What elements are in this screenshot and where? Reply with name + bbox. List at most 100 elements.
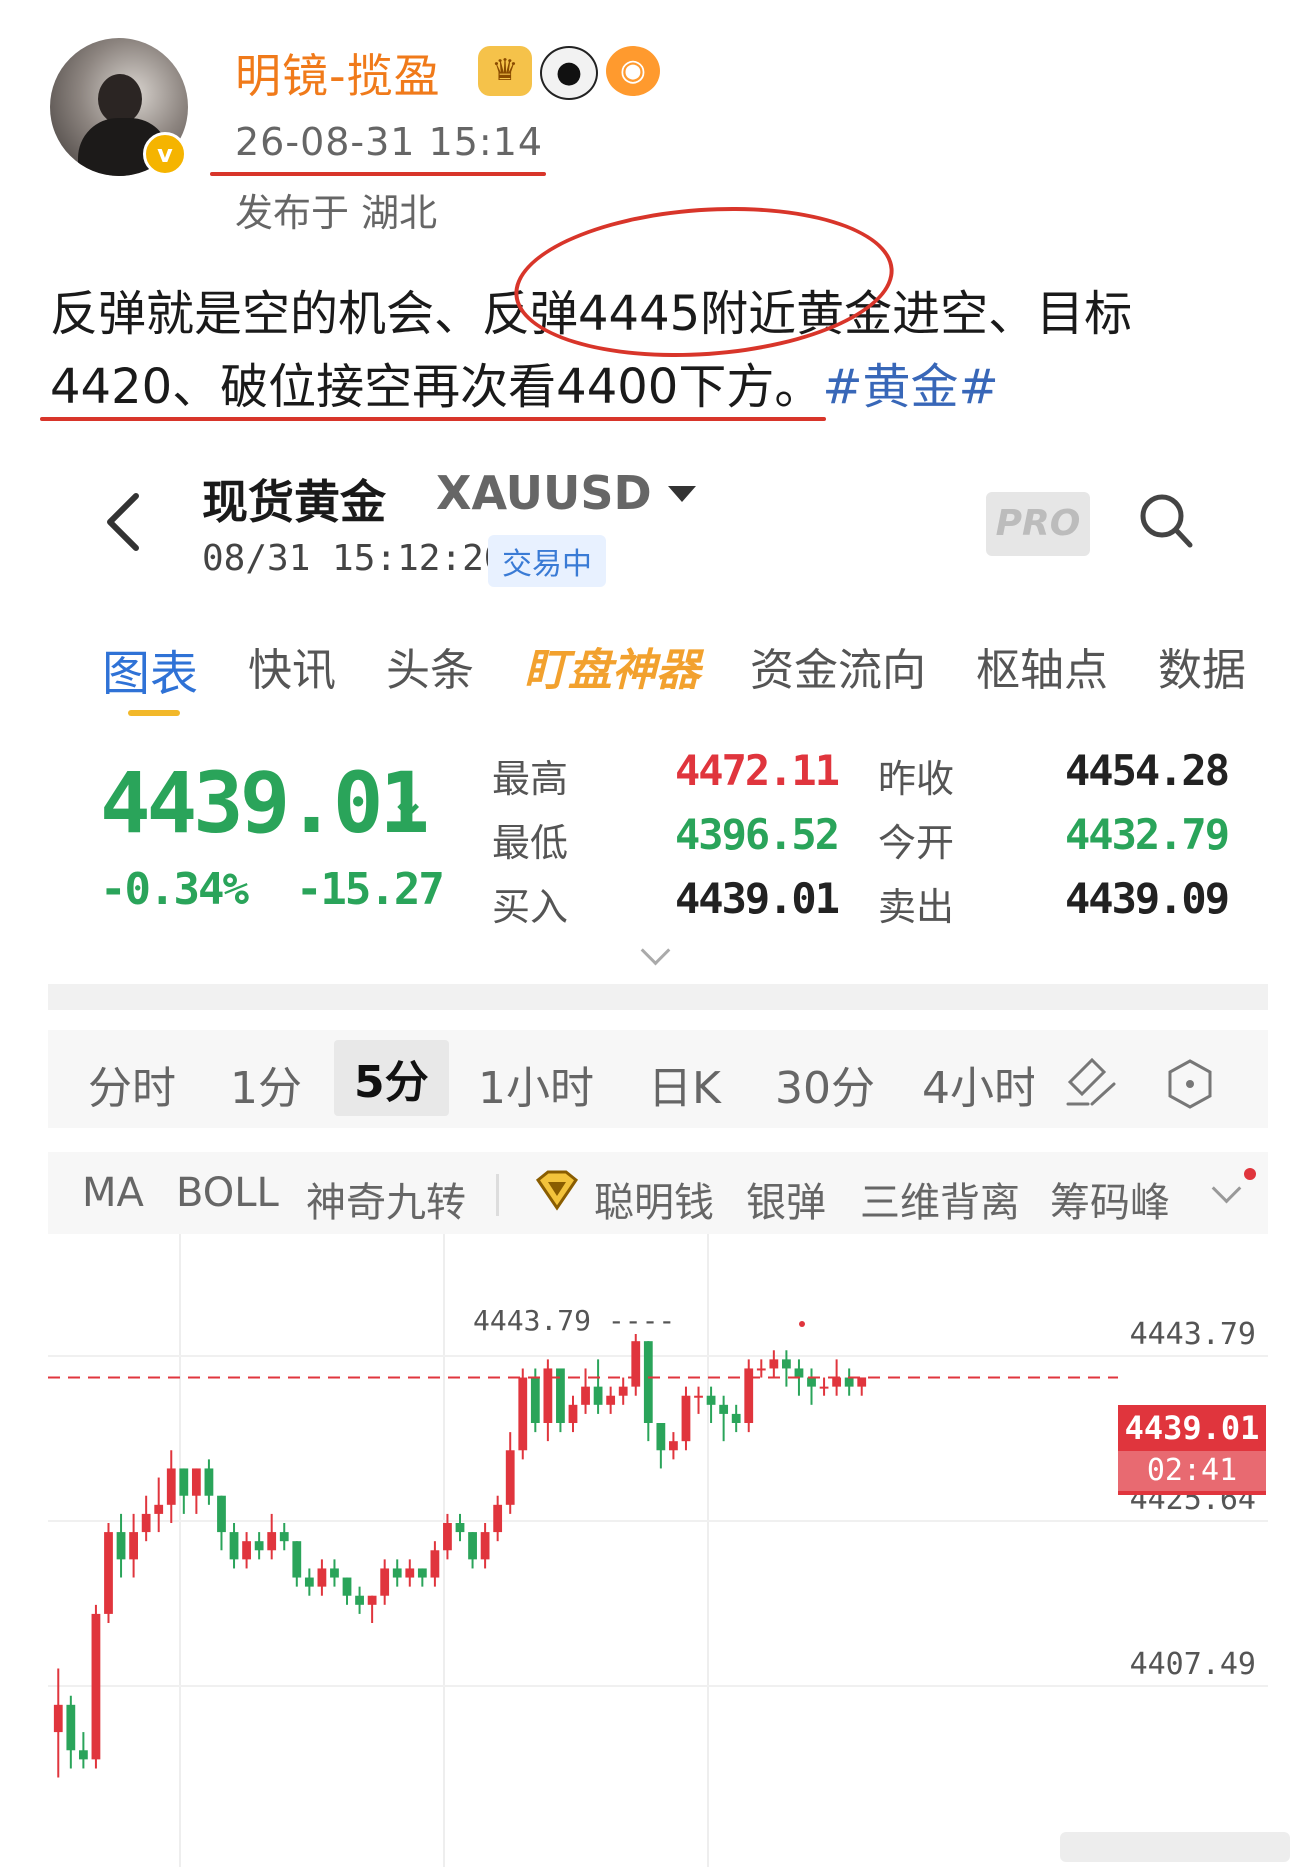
tab-fund-flow[interactable]: 资金流向 — [750, 634, 926, 694]
tab-headlines[interactable]: 头条 — [386, 634, 474, 694]
candle-body — [254, 1541, 264, 1551]
post-location: 发布于 湖北 — [235, 191, 438, 235]
period-1hour[interactable]: 1小时 — [478, 1052, 594, 1116]
tab-flash-news[interactable]: 快讯 — [248, 634, 336, 694]
caret-down-icon[interactable] — [668, 486, 696, 502]
expand-chevron-icon[interactable] — [640, 935, 671, 966]
period-daily[interactable]: 日K — [648, 1052, 721, 1116]
candle-body — [505, 1450, 515, 1505]
candle-countdown: 02:41 — [1118, 1451, 1266, 1491]
pro-button[interactable]: PRO — [986, 492, 1090, 556]
current-price-label: 4439.01 — [1124, 1409, 1260, 1447]
crown-icon: ♛ — [478, 46, 532, 96]
marker-dot — [799, 1321, 805, 1327]
draw-tool-icon[interactable] — [1062, 1052, 1120, 1110]
candle-body — [279, 1532, 289, 1542]
indicator-3d-divergence[interactable]: 三维背离 — [860, 1170, 1020, 1228]
period-1min[interactable]: 1分 — [230, 1052, 302, 1116]
user-badges: ♛ ● ◉ — [478, 46, 660, 100]
candle-body — [66, 1704, 76, 1751]
candle-body — [794, 1368, 804, 1378]
candle-body — [719, 1404, 729, 1414]
period-30min[interactable]: 30分 — [775, 1052, 875, 1116]
hexagon-settings-icon[interactable] — [1164, 1058, 1216, 1110]
candle-body — [568, 1404, 578, 1423]
diamond-icon — [535, 1170, 579, 1211]
red-underline-time — [210, 172, 546, 176]
candle-body — [694, 1395, 703, 1398]
instrument-title: 现货黄金 — [202, 475, 386, 529]
candle-body — [191, 1468, 201, 1496]
verified-badge-icon: v — [143, 132, 187, 176]
candle-body — [154, 1504, 164, 1514]
candle-body — [819, 1386, 829, 1389]
tab-chart[interactable]: 图表 — [102, 634, 198, 694]
candle-body — [217, 1495, 226, 1533]
candle-body — [129, 1532, 138, 1560]
high-value: 4472.11 — [675, 746, 840, 795]
search-icon[interactable] — [1138, 490, 1194, 550]
candlestick-chart[interactable]: 4443.794425.644407.49 4443.79 ---- — [48, 1234, 1268, 1867]
current-price-tag: 4439.01 02:41 — [1118, 1405, 1266, 1495]
candle-body — [330, 1568, 339, 1578]
candle-body — [430, 1550, 440, 1578]
indicator-boll[interactable]: BOLL — [176, 1170, 279, 1216]
candle-body — [53, 1704, 63, 1733]
y-axis-tick-label: 4407.49 — [1130, 1647, 1256, 1682]
chart-overlays: 4443.79 ---- — [48, 1304, 1118, 1379]
period-5min[interactable]: 5分 — [334, 1040, 449, 1116]
back-arrow-icon[interactable] — [100, 490, 146, 554]
open-label: 今开 — [878, 821, 955, 865]
quote-datetime: 08/31 15:12:20 — [202, 538, 506, 579]
candle-body — [518, 1377, 528, 1451]
candle-body — [606, 1395, 616, 1405]
candle-body — [857, 1377, 867, 1387]
indicator-chip-peak[interactable]: 筹码峰 — [1050, 1170, 1170, 1228]
red-underline-text — [40, 417, 826, 421]
candle-body — [468, 1532, 477, 1560]
candle-body — [405, 1568, 415, 1578]
trading-status-badge: 交易中 — [488, 535, 606, 587]
change-value: -15.27 — [295, 864, 445, 915]
candle-body — [355, 1595, 364, 1605]
candle-body — [731, 1413, 741, 1423]
period-4hour[interactable]: 4小时 — [922, 1052, 1034, 1116]
bid-label: 买入 — [492, 885, 569, 929]
candle-body — [367, 1595, 377, 1605]
candle-body — [166, 1468, 176, 1505]
instrument-symbol[interactable]: XAUUSD — [436, 466, 652, 520]
hashtag-link[interactable]: #黄金# — [822, 359, 998, 415]
indicator-ma[interactable]: MA — [82, 1170, 144, 1216]
candle-body — [832, 1377, 842, 1387]
indicator-td-sequential[interactable]: 神奇九转 — [306, 1170, 466, 1228]
candle-body — [669, 1441, 678, 1451]
period-timeshare[interactable]: 分时 — [88, 1052, 176, 1116]
open-value: 4432.79 — [1065, 810, 1230, 859]
candle-body — [480, 1532, 490, 1560]
candle-body — [706, 1395, 716, 1405]
candle-body — [380, 1568, 390, 1596]
candle-body — [782, 1359, 791, 1369]
indicator-silver-bullet[interactable]: 银弹 — [746, 1170, 826, 1228]
tab-data[interactable]: 数据 — [1158, 634, 1246, 694]
last-price: 4439.01 — [100, 754, 430, 852]
high-price-marker: 4443.79 ---- — [473, 1304, 675, 1337]
candle-body — [304, 1577, 314, 1587]
candle-body — [807, 1377, 816, 1387]
panda-icon: ● — [540, 46, 598, 100]
candle-body — [643, 1341, 653, 1423]
prev-close-value: 4454.28 — [1065, 746, 1230, 795]
candle-body — [229, 1532, 239, 1560]
candle-body — [317, 1568, 327, 1587]
down-arrow-icon: ↓ — [388, 772, 429, 828]
candle-body — [91, 1613, 101, 1760]
bid-value: 4439.01 — [675, 874, 840, 923]
username[interactable]: 明镜-揽盈 — [235, 40, 441, 106]
tab-watch-tool[interactable]: 盯盘神器 — [524, 634, 700, 694]
indicator-smart-money[interactable]: 聪明钱 — [594, 1170, 714, 1228]
tab-pivot-points[interactable]: 枢轴点 — [976, 634, 1108, 694]
candle-body — [581, 1386, 590, 1405]
candles — [53, 1334, 867, 1778]
indicator-separator — [496, 1174, 499, 1216]
candle-body — [493, 1504, 503, 1533]
